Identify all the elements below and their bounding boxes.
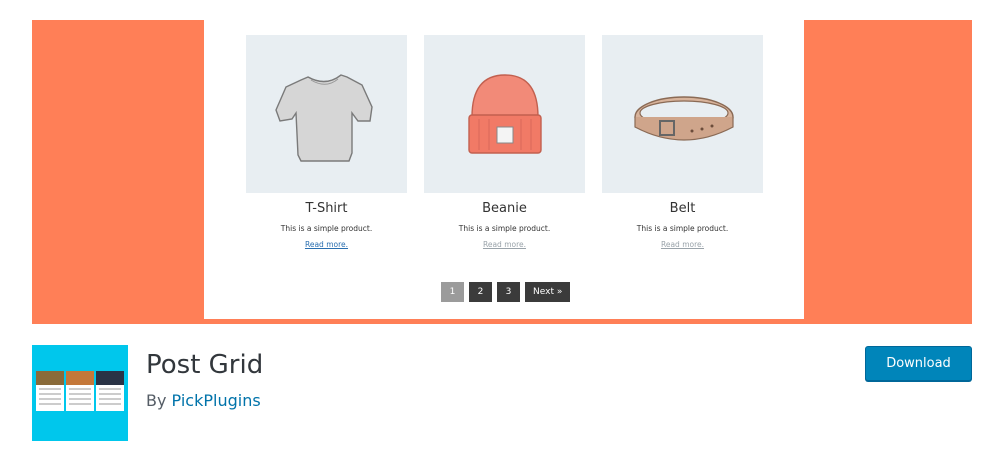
download-button[interactable]: Download — [865, 346, 972, 381]
read-more-link[interactable]: Read more. — [246, 240, 407, 249]
product-description: This is a simple product. — [458, 224, 551, 233]
product-card-beanie: Beanie This is a simple product. Read mo… — [424, 35, 585, 249]
product-title: Belt — [669, 201, 696, 216]
belt-icon — [602, 35, 763, 193]
next-page-button[interactable]: Next » — [525, 282, 571, 302]
product-title: T-Shirt — [305, 201, 348, 216]
product-description: This is a simple product. — [636, 224, 729, 233]
author-prefix: By — [146, 391, 167, 410]
tshirt-icon — [246, 35, 407, 193]
page-1-button[interactable]: 1 — [441, 282, 464, 302]
plugin-banner: T-Shirt This is a simple product. Read m… — [32, 20, 972, 324]
product-description: This is a simple product. — [280, 224, 373, 233]
product-card-tshirt: T-Shirt This is a simple product. Read m… — [246, 35, 407, 249]
beanie-icon — [424, 35, 585, 193]
author-link[interactable]: PickPlugins — [172, 391, 261, 410]
plugin-thumbnail — [32, 345, 128, 441]
product-title: Beanie — [482, 201, 527, 216]
product-card-belt: Belt This is a simple product. Read more… — [602, 35, 763, 249]
thumbnail-card — [36, 371, 64, 411]
page-2-button[interactable]: 2 — [469, 282, 492, 302]
pagination: 1 2 3 Next » — [441, 282, 571, 302]
read-more-link[interactable]: Read more. — [424, 240, 585, 249]
banner-preview-panel: T-Shirt This is a simple product. Read m… — [204, 20, 804, 319]
read-more-link[interactable]: Read more. — [602, 240, 763, 249]
thumbnail-card — [96, 371, 124, 411]
plugin-title: Post Grid — [146, 350, 264, 380]
plugin-author: By PickPlugins — [146, 391, 261, 410]
thumbnail-card — [66, 371, 94, 411]
page-3-button[interactable]: 3 — [497, 282, 520, 302]
